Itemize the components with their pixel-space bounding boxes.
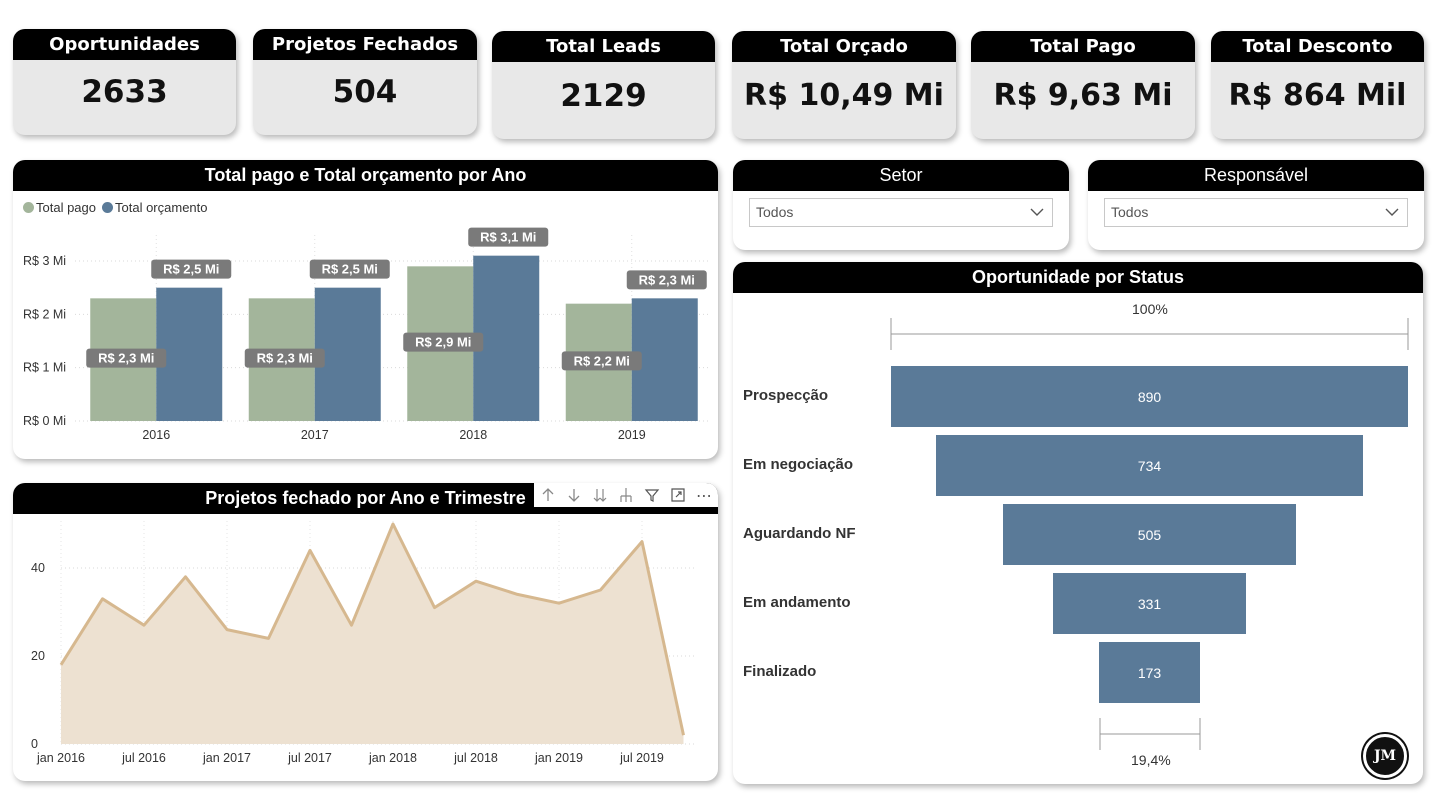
kpi-card-projetos-fechados: Projetos Fechados 504 — [253, 29, 477, 135]
responsavel-dropdown[interactable]: Todos — [1104, 198, 1408, 227]
x-tick-label: jul 2017 — [287, 751, 332, 765]
x-tick-label: jan 2017 — [202, 751, 251, 765]
kpi-value: 2633 — [81, 74, 168, 110]
slicer-title: Setor — [733, 160, 1069, 191]
data-label: R$ 2,3 Mi — [639, 272, 695, 287]
funnel-bar[interactable]: 173 — [1099, 642, 1200, 703]
data-label: R$ 3,1 Mi — [480, 230, 536, 245]
y-tick-label: 0 — [31, 737, 38, 751]
dropdown-value: Todos — [1111, 204, 1149, 220]
funnel-category-label: Prospecção — [743, 387, 829, 404]
area-chart: 0 20 40 jan 2016 jul 2016 jan 2017 jul 2017 jan… — [31, 521, 695, 765]
data-label: R$ 2,2 Mi — [574, 353, 630, 368]
funnel-bar[interactable]: 734 — [936, 435, 1363, 496]
funnel-bottom-bracket — [1099, 718, 1201, 750]
kpi-label: Total Leads — [492, 31, 715, 62]
funnel-category-label: Em negociação — [743, 456, 854, 473]
x-tick-label: 2017 — [301, 428, 329, 442]
data-label: R$ 2,5 Mi — [163, 262, 219, 277]
x-tick-label: jan 2019 — [534, 751, 583, 765]
kpi-card-total-pago: Total Pago R$ 9,63 Mi — [971, 31, 1195, 139]
y-tick-label: R$ 2 Mi — [23, 307, 66, 321]
kpi-label: Total Pago — [971, 31, 1195, 62]
funnel-bar[interactable]: 331 — [1053, 573, 1246, 634]
bar-chart: R$ 0 Mi R$ 1 Mi R$ 2 Mi R$ 3 Mi 2016 2017 2018… — [23, 227, 709, 442]
funnel-category-label: Em andamento — [743, 594, 851, 611]
bar-chart-panel: Total pago e Total orçamento por Ano Tot… — [13, 160, 718, 459]
kpi-card-total-orcado: Total Orçado R$ 10,49 Mi — [732, 31, 956, 139]
y-tick-label: R$ 1 Mi — [23, 361, 66, 375]
slicer-responsavel: Responsável Todos — [1088, 160, 1424, 250]
x-tick-label: jul 2016 — [121, 751, 166, 765]
line-chart-panel: Projetos fechado por Ano e Trimestre ⋯ 0… — [13, 483, 718, 781]
funnel-bottom-percent: 19,4% — [1131, 752, 1171, 768]
kpi-value: R$ 864 Mil — [1228, 78, 1407, 113]
kpi-label: Oportunidades — [13, 29, 236, 60]
data-label: R$ 2,9 Mi — [415, 335, 471, 350]
x-tick-label: jan 2018 — [368, 751, 417, 765]
slicer-title: Responsável — [1088, 160, 1424, 191]
kpi-value: 2129 — [560, 78, 647, 114]
x-tick-label: 2019 — [618, 428, 646, 442]
x-tick-label: 2018 — [459, 428, 487, 442]
kpi-label: Projetos Fechados — [253, 29, 477, 60]
funnel-top-bracket — [890, 318, 1409, 350]
data-label: R$ 2,3 Mi — [257, 351, 313, 366]
kpi-value: R$ 10,49 Mi — [744, 78, 944, 113]
kpi-card-total-leads: Total Leads 2129 — [492, 31, 715, 139]
dropdown-value: Todos — [756, 204, 794, 220]
area-fill — [61, 524, 684, 744]
setor-dropdown[interactable]: Todos — [749, 198, 1053, 227]
chevron-down-icon — [1385, 208, 1399, 216]
data-label: R$ 2,3 Mi — [98, 351, 154, 366]
funnel-chart-title: Oportunidade por Status — [733, 262, 1423, 293]
x-tick-label: jul 2019 — [619, 751, 664, 765]
kpi-label: Total Orçado — [732, 31, 956, 62]
kpi-card-oportunidades: Oportunidades 2633 — [13, 29, 236, 135]
funnel-category-label: Aguardando NF — [743, 525, 856, 542]
kpi-label: Total Desconto — [1211, 31, 1424, 62]
y-tick-label: R$ 0 Mi — [23, 414, 66, 428]
kpi-value: 504 — [332, 74, 398, 110]
brand-logo: JM — [1363, 734, 1407, 778]
x-tick-label: jul 2018 — [453, 751, 498, 765]
funnel-category-label: Finalizado — [743, 663, 817, 680]
funnel-chart-panel: Oportunidade por Status 100% Prospecção 8… — [733, 262, 1423, 784]
slicer-setor: Setor Todos — [733, 160, 1069, 250]
funnel-bar[interactable]: 505 — [1002, 504, 1297, 565]
data-label: R$ 2,5 Mi — [322, 262, 378, 277]
kpi-card-total-desconto: Total Desconto R$ 864 Mil — [1211, 31, 1424, 139]
y-tick-label: R$ 3 Mi — [23, 254, 66, 268]
funnel-bar[interactable]: 890 — [891, 366, 1408, 427]
y-tick-label: 40 — [31, 561, 45, 575]
kpi-value: R$ 9,63 Mi — [993, 78, 1173, 113]
chevron-down-icon — [1030, 208, 1044, 216]
x-tick-label: jan 2016 — [36, 751, 85, 765]
y-tick-label: 20 — [31, 649, 45, 663]
x-tick-label: 2016 — [142, 428, 170, 442]
